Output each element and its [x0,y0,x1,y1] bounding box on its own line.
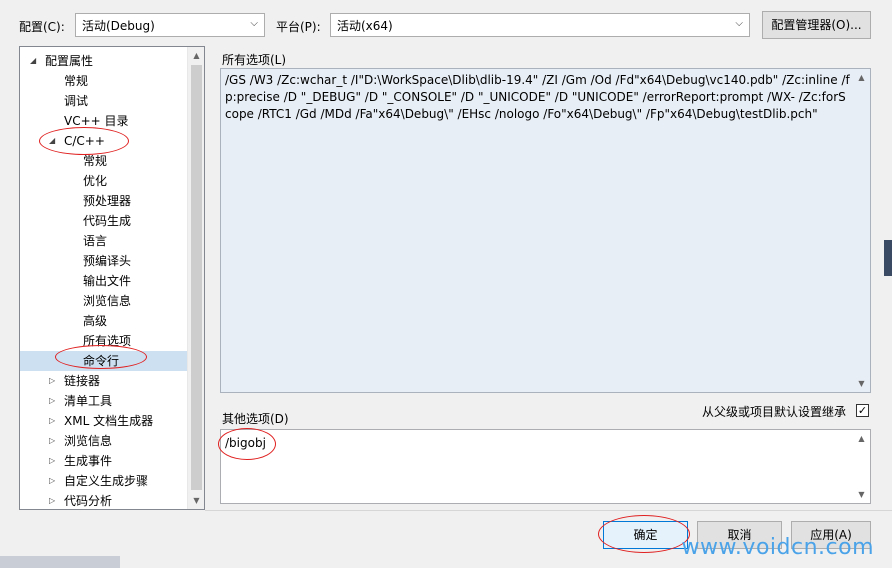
tree-item-label: XML 文档生成器 [64,414,154,428]
tree-item-label: 预处理器 [83,194,132,208]
annotation-ellipse-cpp [39,127,129,155]
tree-item[interactable]: ▷ 生成事件 [20,451,187,471]
tree-item[interactable]: 调试 [20,91,187,111]
expand-arrow-icon[interactable]: ▷ [49,491,55,509]
tree-item[interactable]: 预编译头 [20,251,187,271]
platform-dropdown[interactable]: 活动(x64) ⌵ [330,13,750,37]
tree-item[interactable]: ▷ XML 文档生成器 [20,411,187,431]
tree-item[interactable]: 预处理器 [20,191,187,211]
tree-item-label: 优化 [83,174,108,188]
tree-item-label: 常规 [64,74,89,88]
separator [205,510,892,511]
chevron-down-icon: ⌵ [735,18,743,29]
tree-item[interactable]: ▷ 自定义生成步骤 [20,471,187,491]
scroll-down-icon[interactable]: ▼ [853,375,870,392]
background-window-edge [0,556,120,568]
annotation-ellipse-bigobj [218,428,276,460]
platform-value: 活动(x64) [337,19,393,33]
other-options-label: 其他选项(D) [222,412,289,426]
scroll-thumb[interactable] [191,65,202,490]
inherit-checkbox[interactable]: ✓ [856,404,869,417]
expand-arrow-icon[interactable]: ▷ [49,411,55,431]
expand-arrow-icon[interactable]: ▷ [49,451,55,471]
scroll-down-icon[interactable]: ▼ [188,492,204,509]
all-options-scrollbar[interactable]: ▲ ▼ [853,69,870,392]
tree-item[interactable]: ▷ 清单工具 [20,391,187,411]
other-options-scrollbar[interactable]: ▲ ▼ [853,430,870,503]
inherit-label: 从父级或项目默认设置继承 [702,405,847,419]
tree-item-label: 链接器 [64,374,101,388]
tree-item[interactable]: ◢ 配置属性 [20,51,187,71]
tree-item-label: 代码分析 [64,494,113,508]
config-dropdown[interactable]: 活动(Debug) ⌵ [75,13,265,37]
all-options-text: /GS /W3 /Zc:wchar_t /I"D:\WorkSpace\Dlib… [225,73,850,121]
config-value: 活动(Debug) [82,19,155,33]
tree-item[interactable]: 常规 [20,151,187,171]
watermark-text: www.voidcn.com [681,535,874,560]
expand-arrow-icon[interactable]: ▷ [49,431,55,451]
config-manager-button[interactable]: 配置管理器(O)... [762,11,871,39]
tree-item[interactable]: 常规 [20,71,187,91]
other-options-value: /bigobj [225,436,266,450]
other-options-textbox[interactable]: /bigobj ▲ ▼ [220,429,871,504]
scroll-down-icon[interactable]: ▼ [853,486,870,503]
tree-item-label: 代码生成 [83,214,132,228]
tree-item-label: 预编译头 [83,254,132,268]
expand-arrow-icon[interactable]: ▷ [49,391,55,411]
annotation-ellipse-cmdline [55,345,147,369]
all-options-label: 所有选项(L) [222,53,287,67]
tree-item-label: 浏览信息 [83,294,132,308]
tree-item[interactable]: ▷ 代码分析 [20,491,187,509]
background-window-edge [884,240,892,276]
tree-item[interactable]: ▷ 链接器 [20,371,187,391]
all-options-textbox[interactable]: /GS /W3 /Zc:wchar_t /I"D:\WorkSpace\Dlib… [220,68,871,393]
tree-item-label: 配置属性 [45,54,94,68]
platform-label: 平台(P): [276,20,321,34]
tree-item[interactable]: 语言 [20,231,187,251]
tree-item-label: 高级 [83,314,108,328]
annotation-ellipse-ok [598,515,690,553]
expand-arrow-icon[interactable]: ▷ [49,471,55,491]
tree-item[interactable]: 优化 [20,171,187,191]
chevron-down-icon: ⌵ [250,18,258,29]
tree-item-label: 输出文件 [83,274,132,288]
tree-item[interactable]: ▷ 浏览信息 [20,431,187,451]
tree-item[interactable]: 代码生成 [20,211,187,231]
tree-item[interactable]: 浏览信息 [20,291,187,311]
scroll-up-icon[interactable]: ▲ [853,69,870,86]
tree-item-label: 自定义生成步骤 [64,474,149,488]
scroll-up-icon[interactable]: ▲ [188,47,204,64]
config-label: 配置(C): [19,20,65,34]
tree-item-label: 浏览信息 [64,434,113,448]
scroll-up-icon[interactable]: ▲ [853,430,870,447]
tree-item-label: 生成事件 [64,454,113,468]
collapse-arrow-icon[interactable]: ◢ [30,51,36,71]
tree-item[interactable]: 高级 [20,311,187,331]
tree-item-label: 调试 [64,94,89,108]
tree-item[interactable]: 输出文件 [20,271,187,291]
property-tree[interactable]: ◢ 配置属性 常规 调试 VC++ 目录 ◢ C/C++ 常规 优化 预处理器 代码生成 语言 预编译头… [19,46,205,510]
tree-item-label: 语言 [83,234,108,248]
tree-scrollbar[interactable]: ▲ ▼ [187,47,204,509]
expand-arrow-icon[interactable]: ▷ [49,371,55,391]
tree-item-label: 清单工具 [64,394,113,408]
